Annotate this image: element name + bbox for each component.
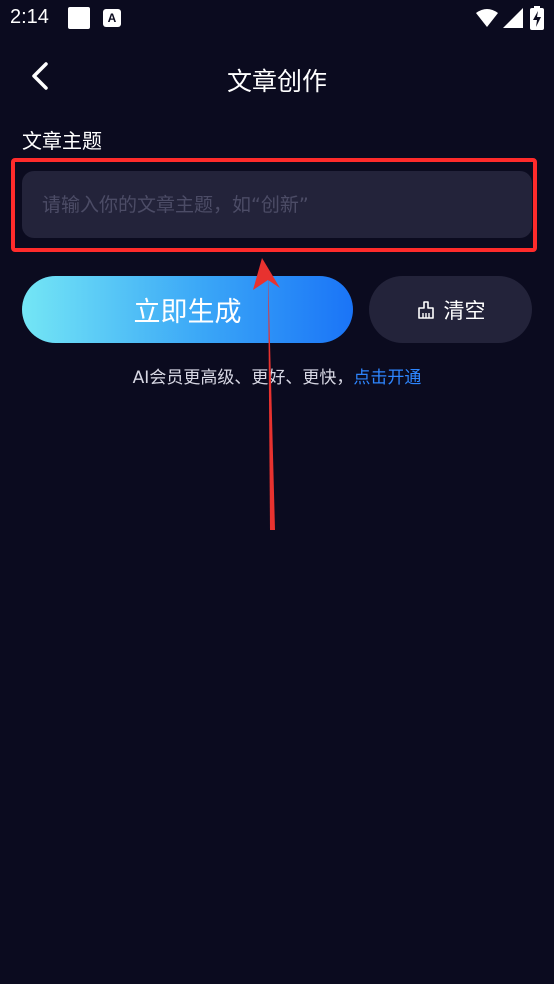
clear-button-label: 清空 (443, 298, 486, 323)
status-bar: 2:14 A (0, 0, 554, 38)
page-title: 文章创作 (226, 67, 327, 96)
broom-icon (417, 300, 434, 319)
battery-charging-icon (530, 6, 544, 30)
signal-icon (503, 8, 523, 28)
promo-text: AI会员更高级、更好、更快， (132, 368, 354, 388)
notification-square-icon (68, 7, 90, 29)
open-membership-link[interactable]: 点击开通 (353, 368, 421, 388)
topic-section-label: 文章主题 (22, 129, 102, 153)
article-creation-screen: 2:14 A 文章创作 文章主题 立即生成 (0, 0, 554, 984)
status-time: 2:14 (10, 6, 49, 28)
notification-a-icon: A (103, 9, 121, 27)
wifi-icon (476, 9, 498, 27)
member-promo: AI会员更高级、更好、更快，点击开通 (0, 363, 554, 388)
generate-button[interactable]: 立即生成 (22, 276, 353, 343)
clear-button[interactable]: 清空 (369, 276, 532, 343)
header: 文章创作 (0, 50, 554, 104)
annotation-highlight-box (11, 158, 537, 252)
